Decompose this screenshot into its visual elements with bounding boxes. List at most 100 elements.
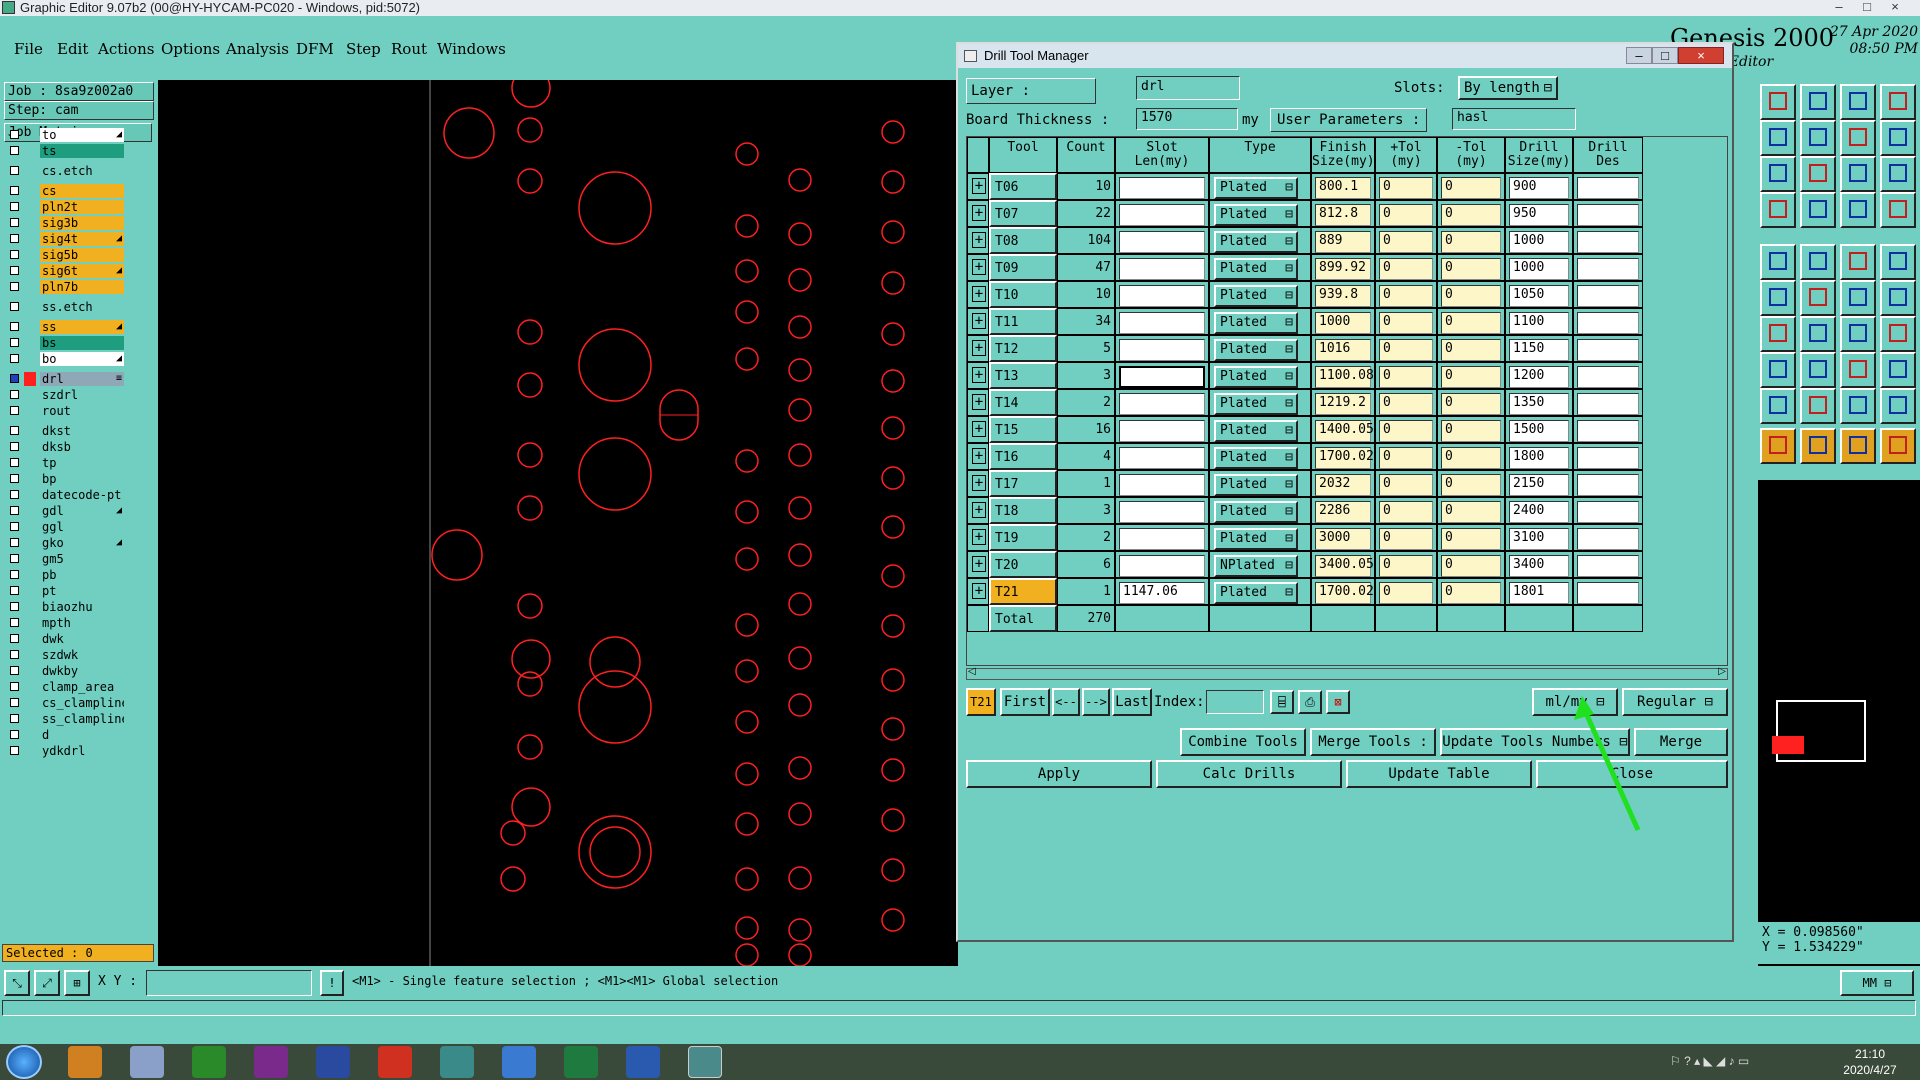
drill-hole[interactable] xyxy=(589,636,641,688)
slot-input[interactable] xyxy=(1119,393,1205,415)
drill-hole[interactable] xyxy=(788,496,812,520)
graphic-canvas[interactable] xyxy=(158,80,958,966)
mtol-input[interactable]: 0 xyxy=(1441,231,1501,253)
mtol-input[interactable]: 0 xyxy=(1441,582,1501,604)
type-select[interactable]: Plated ⊟ xyxy=(1214,285,1298,307)
drill-hole[interactable] xyxy=(578,670,652,744)
layer-row-dwkby[interactable]: dwkby xyxy=(8,664,124,678)
ptol-input[interactable]: 0 xyxy=(1379,339,1433,361)
drill-hole[interactable] xyxy=(517,319,543,345)
drill-hole[interactable] xyxy=(735,710,759,734)
layer-row-tp[interactable]: tp xyxy=(8,456,124,470)
layer-checkbox[interactable] xyxy=(10,426,19,435)
layer-row-bo[interactable]: bo ◢ xyxy=(8,352,124,366)
layer-checkbox[interactable] xyxy=(10,474,19,483)
maximize-icon[interactable]: □ xyxy=(1856,0,1878,15)
slot-input[interactable] xyxy=(1119,285,1205,307)
layer-row-dkst[interactable]: dkst xyxy=(8,424,124,438)
tool-cell[interactable]: T14 xyxy=(989,389,1057,416)
menu-actions[interactable]: Actions xyxy=(98,40,154,58)
des-input[interactable] xyxy=(1577,447,1639,469)
layer-row-biaozhu[interactable]: biaozhu xyxy=(8,600,124,614)
tool-cell[interactable]: T13 xyxy=(989,362,1057,389)
drill-hole[interactable] xyxy=(788,358,812,382)
layer-row-ss_clampline[interactable]: ss_clampline xyxy=(8,712,124,726)
grid-icon[interactable]: ⊞ xyxy=(64,970,90,996)
merge-tools-select[interactable]: Merge Tools : xyxy=(1310,728,1436,756)
dialog-close-icon[interactable]: × xyxy=(1678,47,1724,64)
finish-input[interactable]: 1016 xyxy=(1315,339,1371,361)
arc-icon[interactable] xyxy=(1840,316,1876,352)
drill-hole[interactable] xyxy=(788,168,812,192)
layer-checkbox[interactable] xyxy=(10,682,19,691)
expand-icon[interactable]: + xyxy=(967,470,989,497)
tool-cell[interactable]: T11 xyxy=(989,308,1057,335)
drill-hole[interactable] xyxy=(881,808,905,832)
drill-input[interactable]: 1350 xyxy=(1509,393,1569,415)
delete-icon[interactable]: ⊠ xyxy=(1326,690,1350,714)
layer-row-cs[interactable]: cs xyxy=(8,184,124,198)
mtol-input[interactable]: 0 xyxy=(1441,177,1501,199)
type-select[interactable]: Plated ⊟ xyxy=(1214,501,1298,523)
layer-row-mpth[interactable]: mpth xyxy=(8,616,124,630)
slot-input[interactable] xyxy=(1119,231,1205,253)
mtol-input[interactable]: 0 xyxy=(1441,366,1501,388)
layer-checkbox[interactable] xyxy=(10,406,19,415)
drill-hole[interactable] xyxy=(788,443,812,467)
minus-icon[interactable] xyxy=(1800,352,1836,388)
layer-checkbox[interactable] xyxy=(10,746,19,755)
layer-checkbox[interactable] xyxy=(10,586,19,595)
shell-app-icon[interactable] xyxy=(68,1046,102,1078)
ptol-input[interactable]: 0 xyxy=(1379,312,1433,334)
type-select[interactable]: Plated ⊟ xyxy=(1214,366,1298,388)
slot-input[interactable] xyxy=(1119,258,1205,280)
expand-icon[interactable]: + xyxy=(967,335,989,362)
drill-hole[interactable] xyxy=(578,328,652,402)
drill-input[interactable]: 1000 xyxy=(1509,231,1569,253)
circle-icon[interactable] xyxy=(1880,244,1916,280)
word-icon[interactable] xyxy=(626,1046,660,1078)
expand-icon[interactable]: + xyxy=(967,173,989,200)
drill-hole[interactable] xyxy=(500,866,526,892)
tool-cell[interactable]: T09 xyxy=(989,254,1057,281)
drill-hole[interactable] xyxy=(517,168,543,194)
ptol-input[interactable]: 0 xyxy=(1379,177,1433,199)
layer-checkbox[interactable] xyxy=(10,538,19,547)
drill-hole[interactable] xyxy=(788,592,812,616)
finish-input[interactable]: 899.92 xyxy=(1315,258,1371,280)
layers-icon[interactable] xyxy=(1840,192,1876,228)
drill-hole[interactable] xyxy=(788,222,812,246)
layer-checkbox[interactable] xyxy=(10,166,19,175)
table-hscrollbar[interactable]: ◁ ▷ xyxy=(966,666,1728,680)
drill-hole[interactable] xyxy=(735,867,759,891)
drill-hole[interactable] xyxy=(881,614,905,638)
type-select[interactable]: Plated ⊟ xyxy=(1214,177,1298,199)
drill-input[interactable]: 3400 xyxy=(1509,555,1569,577)
des-input[interactable] xyxy=(1577,177,1639,199)
menu-options[interactable]: Options xyxy=(161,40,220,58)
export-icon[interactable] xyxy=(1800,120,1836,156)
xy-input[interactable] xyxy=(146,970,312,996)
des-input[interactable] xyxy=(1577,555,1639,577)
layer-row-pb[interactable]: pb xyxy=(8,568,124,582)
connect-icon[interactable] xyxy=(1760,280,1796,316)
layer-row-ss.etch[interactable]: ss.etch xyxy=(8,300,124,314)
mtol-input[interactable]: 0 xyxy=(1441,501,1501,523)
drill-hole[interactable] xyxy=(431,529,483,581)
drill-hole[interactable] xyxy=(881,466,905,490)
layer-row-sig4t[interactable]: sig4t ◢ xyxy=(8,232,124,246)
drill-hole[interactable] xyxy=(881,515,905,539)
layer-row-ss[interactable]: ss ◢ xyxy=(8,320,124,334)
expand-icon[interactable]: + xyxy=(967,308,989,335)
menu-analysis[interactable]: Analysis xyxy=(226,40,289,58)
ptol-input[interactable]: 0 xyxy=(1379,258,1433,280)
drill-hole[interactable] xyxy=(735,613,759,637)
layer-row-gm5[interactable]: gm5 xyxy=(8,552,124,566)
expand-icon[interactable]: + xyxy=(967,227,989,254)
user-params-field[interactable]: hasl xyxy=(1452,108,1576,130)
x-app-icon[interactable] xyxy=(254,1046,288,1078)
open-icon[interactable] xyxy=(1760,84,1796,120)
layer-row-clamp_area[interactable]: clamp_area xyxy=(8,680,124,694)
des-input[interactable] xyxy=(1577,528,1639,550)
drill-hole[interactable] xyxy=(881,170,905,194)
